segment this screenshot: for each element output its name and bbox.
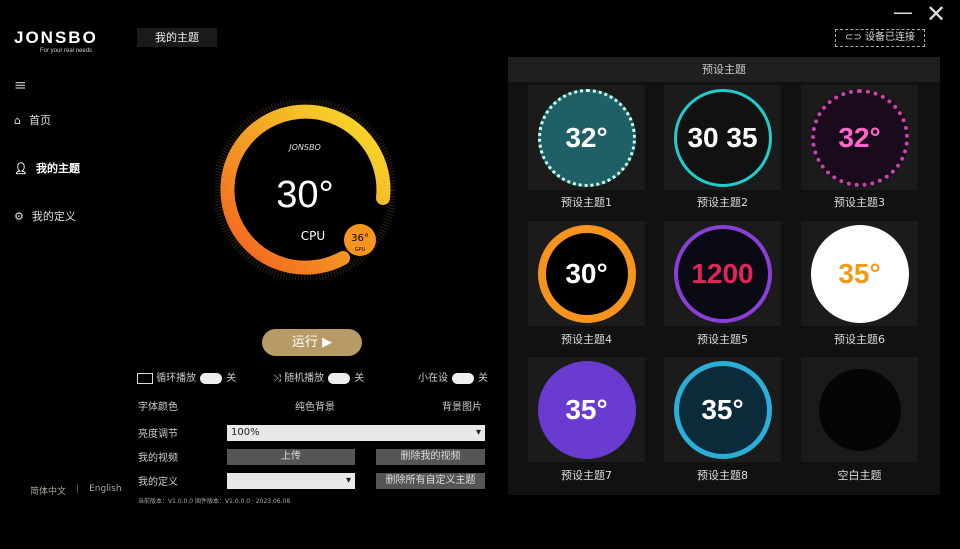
custom-select[interactable]: ▾ — [227, 473, 355, 489]
background-image-option[interactable]: 背景图片 — [442, 398, 482, 413]
preset-theme-label[interactable]: 预设主题1 — [528, 194, 645, 210]
sidebar-item-label: 首页 — [28, 114, 51, 127]
version-info: 当前版本：V1.0.0.0 固件版本：V1.0.0.0 · 2023.06.08 — [138, 498, 291, 505]
minimize-button[interactable]: — — [893, 0, 913, 24]
preset-theme-card[interactable]: 35° — [528, 357, 645, 462]
gpu-label: GPU — [355, 247, 366, 253]
theme-thumbnail: 1200 — [673, 224, 772, 323]
preset-theme-label[interactable]: 预设主题7 — [528, 467, 645, 483]
preset-theme-label[interactable]: 预设主题2 — [664, 194, 781, 210]
preset-theme-label[interactable]: 空白主题 — [801, 467, 918, 483]
theme-thumbnail: 35° — [537, 360, 636, 459]
sidebar-item-home[interactable]: ⌂ 首页 — [14, 112, 51, 128]
play-icon: ▶ — [322, 335, 333, 350]
preset-theme-card[interactable]: 35° — [664, 357, 781, 462]
small-window-toggle[interactable]: 小在设关 — [418, 369, 488, 384]
delete-video-button[interactable]: 删除我的视频 — [376, 449, 485, 465]
preset-theme-card[interactable]: 32° — [528, 85, 645, 190]
font-color-option[interactable]: 字体颜色 — [138, 398, 178, 413]
link-icon: ⊂⊃ — [845, 32, 865, 43]
my-custom-label: 我的定义 — [138, 477, 178, 488]
upload-button[interactable]: 上传 — [227, 449, 355, 465]
theme-thumbnail: 35° — [673, 360, 772, 459]
connection-status: ⊂⊃ 设备已连接 — [835, 29, 925, 47]
chevron-down-icon: ▾ — [475, 427, 481, 438]
brightness-select[interactable]: 100% ▾ — [227, 425, 485, 441]
my-video-label: 我的视频 — [138, 453, 178, 464]
gauge-label: CPU — [301, 229, 325, 243]
close-button[interactable]: ✕ — [926, 0, 946, 28]
preset-theme-card[interactable] — [801, 357, 918, 462]
preset-theme-card[interactable]: 32° — [801, 85, 918, 190]
preset-theme-card[interactable]: 30 35 — [664, 85, 781, 190]
gauge-temp: 30° — [276, 174, 333, 216]
preset-theme-label[interactable]: 预设主题3 — [801, 194, 918, 210]
chevron-down-icon: ▾ — [345, 475, 351, 486]
user-icon: 👤︎ — [14, 161, 28, 175]
sidebar-item-my-theme[interactable]: 👤︎ 我的主题 — [14, 160, 80, 176]
gauge-brand: JONSBO — [287, 143, 321, 152]
preset-theme-label[interactable]: 预设主题5 — [664, 331, 781, 347]
language-switch: 简体中文 | English — [30, 484, 122, 497]
loop-play-toggle[interactable]: 循环播放关 — [137, 369, 236, 384]
gpu-temp: 36° — [351, 233, 369, 244]
lang-chinese[interactable]: 简体中文 — [30, 484, 66, 497]
theme-thumbnail: 32° — [810, 88, 909, 187]
gear-icon: ⚙ — [14, 209, 24, 223]
theme-thumbnail — [810, 360, 909, 459]
loop-icon — [137, 372, 153, 384]
preset-theme-label[interactable]: 预设主题8 — [664, 467, 781, 483]
run-button[interactable]: 运行 ▶ — [262, 329, 362, 356]
delete-custom-button[interactable]: 删除所有自定义主题 — [376, 473, 485, 489]
solid-background-option[interactable]: 纯色背景 — [295, 398, 335, 413]
preset-theme-card[interactable]: 30° — [528, 221, 645, 326]
tab-my-theme[interactable]: 我的主题 — [137, 28, 217, 47]
preset-theme-label[interactable]: 预设主题6 — [801, 331, 918, 347]
theme-thumbnail: 30° — [537, 224, 636, 323]
jonsbo-logo: JONSBO For your real needs — [14, 28, 98, 54]
sidebar-item-label: 我的定义 — [31, 210, 76, 223]
preset-theme-label[interactable]: 预设主题4 — [528, 331, 645, 347]
preset-theme-card[interactable]: 1200 — [664, 221, 781, 326]
theme-thumbnail: 35° — [810, 224, 909, 323]
preset-theme-card[interactable]: 35° — [801, 221, 918, 326]
hamburger-menu-icon[interactable]: ≡ — [14, 76, 27, 94]
theme-thumbnail: 32° — [537, 88, 636, 187]
theme-thumbnail: 30 35 — [673, 88, 772, 187]
shuffle-icon: ⤨ — [273, 373, 281, 384]
sidebar-item-my-custom[interactable]: ⚙ 我的定义 — [14, 208, 76, 224]
theme-preview-gauge: JONSBO 30° CPU 36° GPU — [215, 100, 395, 280]
home-icon: ⌂ — [14, 113, 21, 127]
preset-panel-title: 预设主题 — [508, 57, 940, 82]
lang-english[interactable]: English — [89, 484, 122, 497]
shuffle-play-toggle[interactable]: ⤨ 随机播放关 — [273, 369, 364, 384]
sidebar-item-label: 我的主题 — [35, 162, 80, 175]
brightness-label: 亮度调节 — [138, 429, 178, 440]
